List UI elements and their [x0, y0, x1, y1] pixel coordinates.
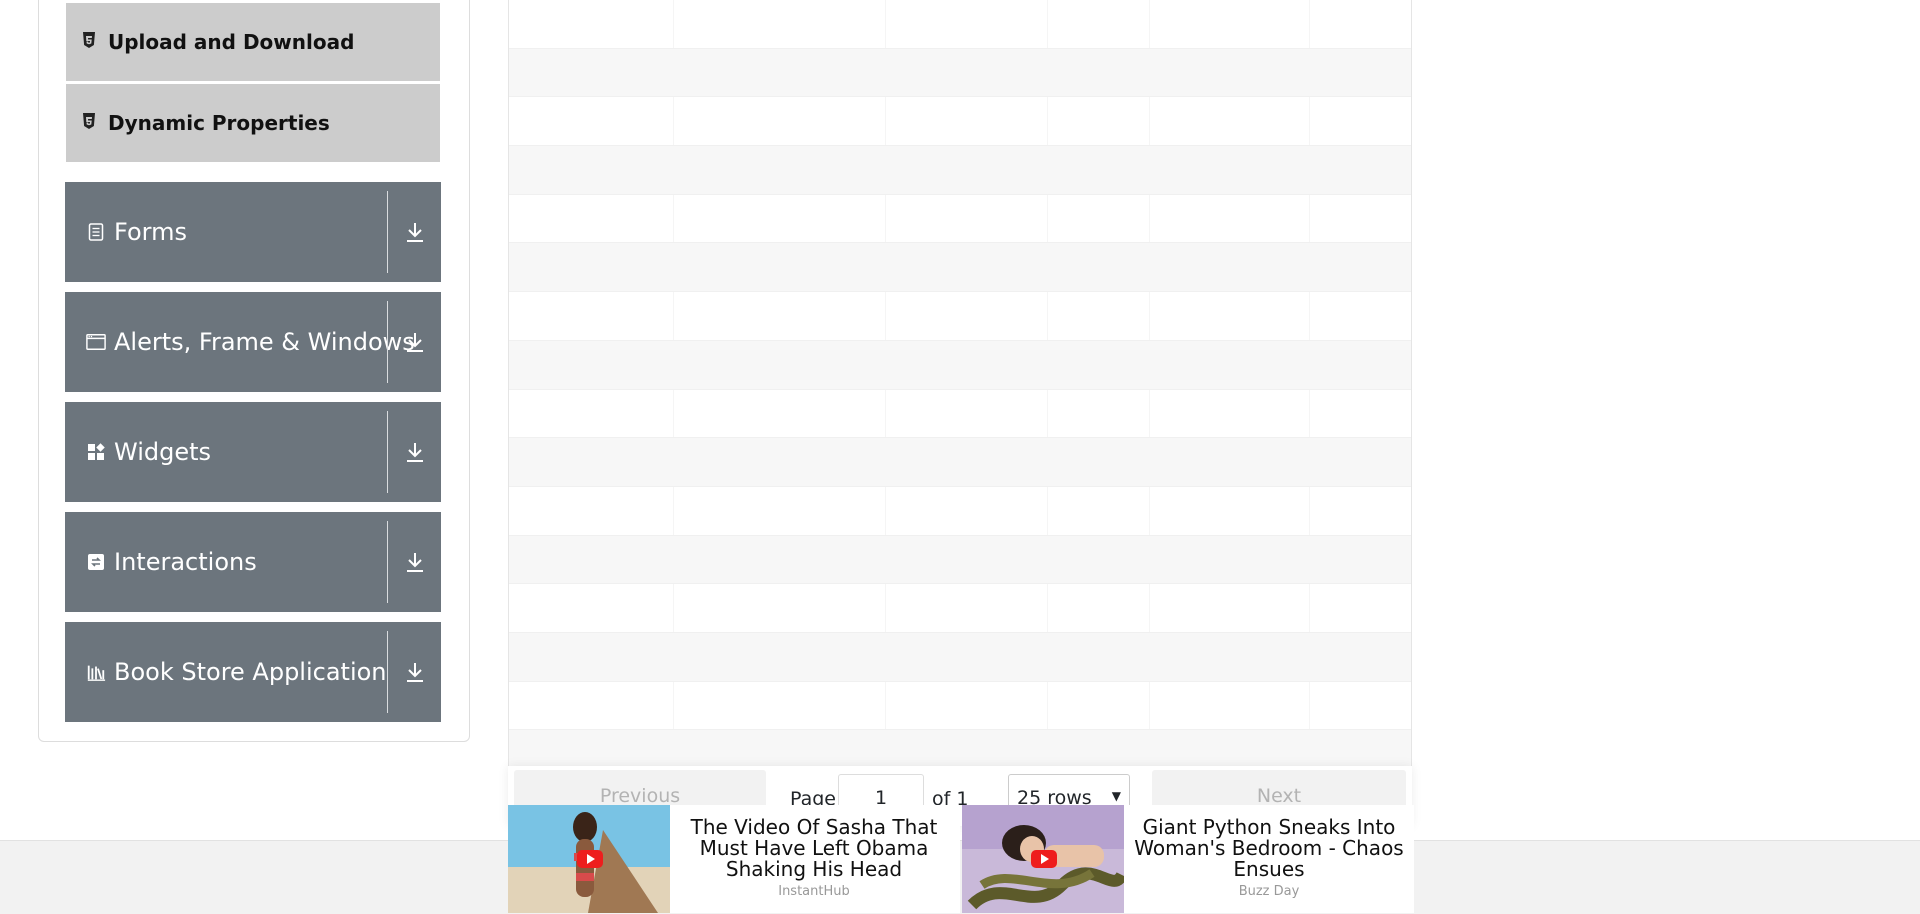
download-icon[interactable]: [388, 512, 441, 612]
download-icon[interactable]: [388, 622, 441, 722]
sidebar-group-alerts-frame-windows[interactable]: Alerts, Frame & Windows: [65, 292, 441, 392]
table-row: [509, 487, 1411, 536]
table-row: [509, 632, 1411, 682]
download-icon[interactable]: [388, 182, 441, 282]
play-icon: [577, 850, 603, 868]
download-icon[interactable]: [388, 292, 441, 392]
html5-icon: [82, 113, 98, 133]
sidebar-item-label: Dynamic Properties: [108, 111, 330, 135]
page-footer: [0, 840, 1920, 914]
table-row: [509, 146, 1411, 195]
ad-card[interactable]: Giant Python Sneaks Into Woman's Bedroom…: [962, 805, 1414, 913]
window-icon: [86, 333, 106, 351]
table-row: [509, 243, 1411, 293]
document-icon: [86, 223, 106, 241]
sidebar-group-forms[interactable]: Forms: [65, 182, 441, 282]
table-row: [509, 195, 1411, 244]
ad-card[interactable]: The Video Of Sasha That Must Have Left O…: [508, 805, 960, 913]
table-row: [509, 292, 1411, 341]
table-row: [509, 97, 1411, 147]
download-icon[interactable]: [388, 402, 441, 502]
sidebar-item-label: Upload and Download: [108, 30, 355, 54]
sidebar-group-book-store-application[interactable]: Book Store Application: [65, 622, 441, 722]
table-row: [509, 682, 1411, 731]
ad-source: Buzz Day: [1238, 884, 1300, 899]
table-row: [509, 438, 1411, 487]
interactions-icon: [86, 553, 106, 571]
ad-source: InstantHub: [778, 884, 850, 899]
sidebar-item-dynamic-properties[interactable]: Dynamic Properties: [66, 84, 440, 162]
table-row: [509, 584, 1411, 633]
sidebar-item-upload-and-download[interactable]: Upload and Download: [66, 3, 440, 81]
bookshelf-icon: [86, 662, 106, 682]
sidebar-group-widgets[interactable]: Widgets: [65, 402, 441, 502]
ad-title[interactable]: The Video Of Sasha That Must Have Left O…: [678, 817, 950, 880]
chevron-down-icon: ▼: [1111, 789, 1121, 803]
table-row: [509, 0, 1411, 49]
play-icon: [1031, 850, 1057, 868]
ad-thumbnail[interactable]: [508, 805, 670, 913]
table-row: [509, 390, 1411, 439]
table-row: [509, 340, 1411, 390]
table-row: [509, 48, 1411, 98]
sidebar-group-interactions[interactable]: Interactions: [65, 512, 441, 612]
table-row: [509, 535, 1411, 585]
ad-thumbnail[interactable]: [962, 805, 1124, 913]
books-table: [508, 0, 1412, 779]
ad-title[interactable]: Giant Python Sneaks Into Woman's Bedroom…: [1124, 817, 1414, 880]
html5-icon: [82, 32, 98, 52]
widgets-icon: [86, 443, 106, 461]
